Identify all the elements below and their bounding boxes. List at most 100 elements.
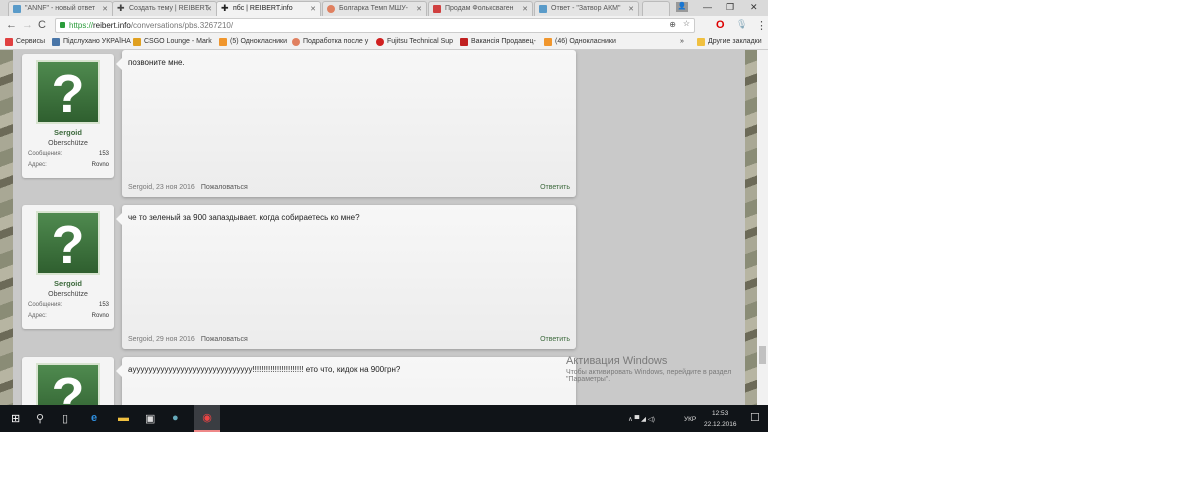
bookmark-label: Підслухано УКРАЇНА: [63, 38, 131, 45]
clock-date[interactable]: 22.12.2016: [704, 421, 737, 428]
address-bar[interactable]: https://reibert.info/conversations/pbs.3…: [55, 18, 695, 33]
favicon-icon: [13, 5, 21, 13]
car-icon: [433, 5, 441, 13]
username[interactable]: Sergoid: [22, 128, 114, 137]
edge-icon[interactable]: e: [91, 412, 97, 424]
post-date[interactable]: 29 ноя 2016: [156, 336, 195, 343]
tab[interactable]: ✚ Создать тему | REIBERT ✕: [112, 1, 217, 16]
address-label: Адрес:: [28, 313, 47, 319]
new-tab-button[interactable]: [642, 1, 670, 16]
bookmark-apps[interactable]: Сервисы: [5, 38, 45, 46]
close-icon[interactable]: ✕: [628, 5, 634, 13]
bookmark[interactable]: (46) Однокласники: [544, 38, 616, 46]
message-meta: Sergoid, 29 ноя 2016 Пожаловаться: [128, 336, 248, 343]
avatar[interactable]: ?: [36, 363, 100, 405]
url-scheme: https://: [69, 21, 94, 30]
more-bookmarks-button[interactable]: »: [680, 38, 684, 45]
page-content: ? Sergoid Oberschütze Сообщения: 153 Адр…: [0, 50, 757, 405]
reply-link[interactable]: Ответить: [540, 184, 570, 191]
author-link[interactable]: Sergoid: [128, 336, 152, 343]
vk-icon: [52, 38, 60, 46]
avatar[interactable]: ?: [36, 60, 100, 124]
close-icon[interactable]: ✕: [522, 5, 528, 13]
bookmark[interactable]: Підслухано УКРАЇНА: [52, 38, 131, 46]
post-date[interactable]: 23 ноя 2016: [156, 184, 195, 191]
tab[interactable]: "ANNF" - новый ответ ✕: [8, 1, 113, 16]
reply-link[interactable]: Ответить: [540, 336, 570, 343]
steam-icon[interactable]: ●: [172, 412, 179, 424]
task-view-icon[interactable]: ▯: [62, 412, 68, 425]
reload-button[interactable]: C: [38, 19, 46, 31]
user-rank: Oberschütze: [48, 140, 88, 147]
close-icon[interactable]: ✕: [206, 5, 212, 13]
messages-count: 153: [98, 302, 109, 308]
menu-icon[interactable]: ⋮: [756, 19, 767, 32]
report-link[interactable]: Пожаловаться: [201, 336, 248, 343]
message-body: че то зеленый за 900 запаздывает. когда …: [116, 205, 576, 349]
profile-icon[interactable]: 👤: [676, 2, 688, 12]
tab-label: Продам Фольксваген: [445, 5, 514, 12]
tray-icons[interactable]: ∧ ▀ ◢ ◁): [628, 415, 655, 423]
language-indicator[interactable]: УКР: [684, 416, 696, 423]
restore-button[interactable]: ❐: [726, 2, 734, 13]
windows-activation-watermark: Активация Windows Чтобы активировать Wind…: [566, 355, 746, 383]
user-rank: Oberschütze: [48, 291, 88, 298]
apps-icon: [5, 38, 13, 46]
opera-extension-icon[interactable]: O: [716, 19, 725, 31]
username[interactable]: Sergoid: [22, 279, 114, 288]
bookmark[interactable]: Fujitsu Technical Sup: [376, 38, 454, 46]
message-body: ayyyyyyyyyyyyyyyyyyyyyyyyyyyyyy!!!!!!!!!…: [116, 357, 576, 405]
camo-border: [745, 50, 757, 405]
microphone-icon[interactable]: 🎙: [736, 19, 747, 30]
other-bookmarks[interactable]: Другие закладки: [697, 38, 762, 46]
bookmark-label: Fujitsu Technical Sup: [387, 38, 454, 45]
scrollbar[interactable]: [757, 50, 768, 405]
minimize-button[interactable]: —: [703, 2, 712, 12]
close-icon[interactable]: ✕: [102, 5, 108, 13]
message-meta: Sergoid, 23 ноя 2016 Пожаловаться: [128, 184, 248, 191]
favicon-icon: [327, 5, 335, 13]
bookmark[interactable]: CSGO Lounge - Mark: [133, 38, 212, 46]
bookmarks-bar: Сервисы Підслухано УКРАЇНА CSGO Lounge -…: [0, 35, 768, 50]
tab-label: "ANNF" - новый ответ: [25, 5, 96, 12]
forward-button[interactable]: →: [22, 19, 33, 31]
close-window-button[interactable]: ✕: [750, 2, 758, 13]
tab[interactable]: Болгарка Темп МШУ- ✕: [322, 1, 427, 16]
bookmark[interactable]: Подработка после у: [292, 38, 369, 46]
avatar[interactable]: ?: [36, 211, 100, 275]
author-link[interactable]: Sergoid: [128, 184, 152, 191]
folder-icon: [697, 38, 705, 46]
tab-active[interactable]: ✚ пбс | REIBERT.info ✕: [216, 1, 321, 16]
message-text: че то зеленый за 900 запаздывает. когда …: [128, 213, 360, 222]
close-icon[interactable]: ✕: [310, 5, 316, 13]
tab-label: Болгарка Темп МШУ-: [339, 5, 409, 12]
camo-border: [0, 50, 13, 405]
tab[interactable]: Продам Фольксваген ✕: [428, 1, 533, 16]
report-link[interactable]: Пожаловаться: [201, 184, 248, 191]
lock-icon: [60, 22, 65, 28]
search-icon[interactable]: ⚲: [36, 412, 44, 425]
bookmark[interactable]: (5) Однокласники: [219, 38, 287, 46]
chrome-icon[interactable]: ◉: [194, 405, 220, 432]
messages-label: Сообщения:: [28, 151, 63, 157]
bookmark[interactable]: Вакансія Продавец-: [460, 38, 536, 46]
notifications-icon[interactable]: ☐: [750, 411, 760, 424]
zoom-icon[interactable]: ⊕: [669, 20, 676, 29]
windows-start-icon[interactable]: ⊞: [11, 412, 20, 425]
rabota-icon: [460, 38, 468, 46]
store-icon[interactable]: ▣: [145, 412, 155, 425]
file-explorer-icon[interactable]: ▬: [118, 412, 129, 424]
tab-strip: "ANNF" - новый ответ ✕ ✚ Создать тему | RE…: [0, 0, 768, 16]
taskbar: ⊞ ⚲ ▯ e ▬ ▣ ● ◉ ∧ ▀ ◢ ◁) УКР 12:53 22.12…: [0, 405, 768, 432]
back-button[interactable]: ←: [6, 19, 17, 31]
bookmark-label: Подработка после у: [303, 38, 369, 45]
scrollbar-thumb[interactable]: [759, 346, 766, 364]
user-card: ? Sergoid Oberschütze Сообщения: 153 Адр…: [22, 54, 114, 178]
star-icon[interactable]: ☆: [683, 19, 690, 28]
watermark-text: Чтобы активировать Windows, перейдите в …: [566, 369, 732, 383]
tab[interactable]: Ответ - "Затвор АКМ" ✕: [534, 1, 639, 16]
ok-icon: [544, 38, 552, 46]
clock-time[interactable]: 12:53: [712, 410, 728, 417]
close-icon[interactable]: ✕: [416, 5, 422, 13]
messages-label: Сообщения:: [28, 302, 63, 308]
